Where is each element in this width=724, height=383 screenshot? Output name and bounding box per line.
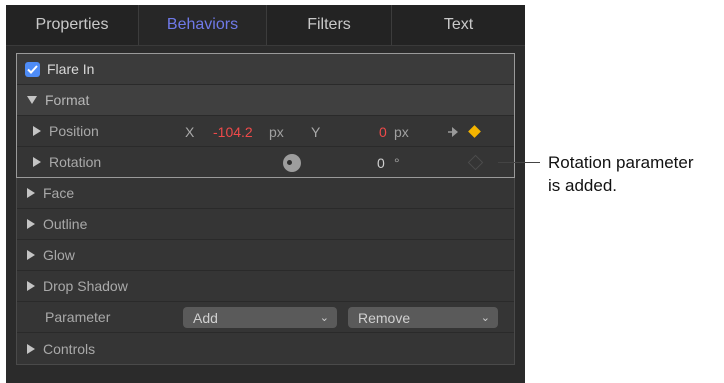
keyframe-diamond-icon[interactable] [468,116,481,147]
parameter-row: Parameter Add ⌄ Remove ⌄ [17,302,514,333]
position-row: Position X -104.2 px Y 0 px [17,116,514,147]
triangle-right-icon[interactable] [33,126,41,136]
add-select-label: Add [193,309,218,326]
rotation-label: Rotation [49,154,102,170]
face-group-row[interactable]: Face [17,178,514,209]
rotation-dial-icon[interactable] [283,147,301,178]
chevron-down-icon: ⌄ [319,312,329,324]
position-y-label: Y [311,123,321,140]
remove-select-label: Remove [358,309,411,326]
behavior-parameter-list: Flare In Format Position X -104.2 px Y 0… [16,53,515,365]
position-y-unit: px [394,123,409,140]
behavior-enable-checkbox[interactable] [25,61,40,77]
parameter-label: Parameter [45,309,111,325]
callout-line [498,162,540,163]
callout-line-1: Rotation parameter [548,153,694,172]
triangle-right-icon[interactable] [27,188,35,198]
format-group-row[interactable]: Format [17,85,514,116]
tab-filters[interactable]: Filters [267,5,392,45]
outline-label: Outline [43,216,88,232]
rotation-unit: ° [394,154,400,171]
outline-group-row[interactable]: Outline [17,209,514,240]
controls-label: Controls [43,340,96,357]
triangle-right-icon[interactable] [27,219,35,229]
position-y-value[interactable]: 0 [379,116,387,147]
position-label: Position [49,123,99,139]
remove-parameter-select[interactable]: Remove ⌄ [348,307,498,328]
rotation-value[interactable]: 0 [377,147,385,178]
triangle-right-icon[interactable] [27,250,35,260]
keyframe-navigate-icon[interactable] [447,116,463,147]
drop-shadow-label: Drop Shadow [43,278,128,294]
behavior-header-row: Flare In [17,54,514,85]
format-label: Format [45,92,90,108]
triangle-right-icon[interactable] [27,281,35,291]
glow-label: Glow [43,247,75,263]
position-x-label: X [185,123,195,140]
drop-shadow-group-row[interactable]: Drop Shadow [17,271,514,302]
tab-text[interactable]: Text [392,5,525,45]
callout-text: Rotation parameter is added. [548,151,724,197]
position-x-unit: px [269,123,284,140]
behavior-name: Flare In [47,61,95,77]
keyframe-diamond-icon[interactable] [467,147,484,178]
glow-group-row[interactable]: Glow [17,240,514,271]
triangle-down-icon[interactable] [27,96,37,104]
face-label: Face [43,185,75,201]
tab-properties[interactable]: Properties [6,5,139,45]
tab-bar: Properties Behaviors Filters Text [6,5,525,46]
triangle-right-icon[interactable] [27,343,35,354]
rotation-row: Rotation 0 ° [17,147,514,178]
tab-behaviors[interactable]: Behaviors [139,5,267,45]
position-x-value[interactable]: -104.2 [213,116,253,147]
add-parameter-select[interactable]: Add ⌄ [183,307,337,328]
triangle-right-icon[interactable] [33,157,41,167]
checkmark-icon [27,64,38,74]
chevron-down-icon: ⌄ [480,312,490,324]
inspector-panel: Properties Behaviors Filters Text Flare … [6,5,525,383]
controls-group-row[interactable]: Controls [17,333,514,364]
callout-line-2: is added. [548,176,617,195]
